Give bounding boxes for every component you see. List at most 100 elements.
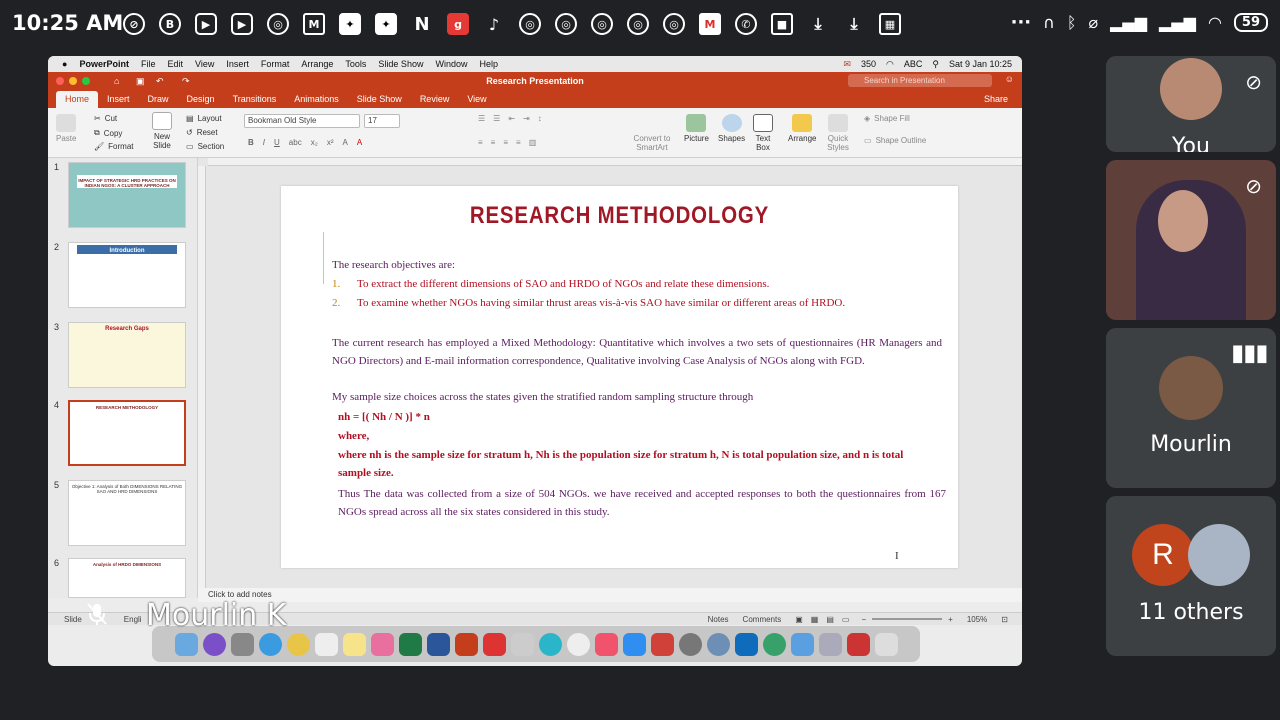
arrange-button[interactable]: Arrange xyxy=(788,114,816,143)
slide-canvas[interactable]: RESEARCH METHODOLOGY The research object… xyxy=(281,186,958,568)
excel-icon[interactable] xyxy=(398,632,422,656)
menu-window[interactable]: Window xyxy=(435,59,467,69)
view-normal-icon[interactable]: ▣ xyxy=(795,615,803,624)
datetime[interactable]: Sat 9 Jan 10:25 xyxy=(949,59,1012,69)
search-menu-icon[interactable]: ⚲ xyxy=(932,59,939,70)
bullets-icon[interactable]: ☰ xyxy=(478,114,485,123)
script-icon[interactable] xyxy=(510,632,534,656)
reset-button[interactable]: ↺ Reset xyxy=(186,128,218,137)
notes-icon[interactable] xyxy=(314,632,338,656)
layout-button[interactable]: ▤ Layout xyxy=(186,114,222,123)
chrome-icon[interactable] xyxy=(286,632,310,656)
acrobat-icon[interactable] xyxy=(566,632,590,656)
zoom-slider[interactable] xyxy=(872,618,943,620)
settings-icon[interactable] xyxy=(678,632,702,656)
menu-tools[interactable]: Tools xyxy=(345,59,366,69)
align-center-icon[interactable]: ≡ xyxy=(491,138,496,147)
italic-icon[interactable]: I xyxy=(263,138,265,147)
subscript-icon[interactable]: x₂ xyxy=(311,138,318,147)
participant-tile-others[interactable]: R 11 others xyxy=(1106,496,1276,656)
globe-icon[interactable] xyxy=(538,632,562,656)
tab-transitions[interactable]: Transitions xyxy=(224,91,286,108)
finder-icon[interactable] xyxy=(174,632,198,656)
wifi-menu-icon[interactable]: ◠ xyxy=(886,59,894,70)
music-icon[interactable] xyxy=(594,632,618,656)
shape-outline-button[interactable]: ▭ Shape Outline xyxy=(864,136,926,145)
preview-icon[interactable] xyxy=(818,632,842,656)
safari-icon[interactable] xyxy=(258,632,282,656)
comments-toggle[interactable]: Comments xyxy=(743,615,782,624)
convert-smartart-button[interactable]: Convert to SmartArt xyxy=(632,134,672,152)
outlook-icon[interactable] xyxy=(734,632,758,656)
participant-tile-video[interactable]: ⊘ xyxy=(1106,160,1276,320)
feedback-icon[interactable]: ☺ xyxy=(1005,74,1014,84)
slide-thumbnail-3[interactable]: Research Gaps xyxy=(68,322,186,388)
app-store-icon[interactable] xyxy=(622,632,646,656)
highlight-icon[interactable]: A xyxy=(342,138,347,147)
shapes-button[interactable]: Shapes xyxy=(718,114,745,143)
format-painter-button[interactable]: 🖌 Format xyxy=(94,142,134,151)
paste-button[interactable]: Paste xyxy=(56,114,76,143)
network-icon[interactable] xyxy=(706,632,730,656)
photos-icon[interactable] xyxy=(370,632,394,656)
zoom-level[interactable]: 105% xyxy=(967,615,987,624)
search-presentation-input[interactable]: Search in Presentation xyxy=(848,74,992,87)
slide-thumbnail-4[interactable]: RESEARCH METHODOLOGY xyxy=(68,400,186,466)
menu-format[interactable]: Format xyxy=(261,59,290,69)
menu-file[interactable]: File xyxy=(141,59,156,69)
shape-fill-button[interactable]: ◈ Shape Fill xyxy=(864,114,910,123)
mail-app-icon[interactable] xyxy=(650,632,674,656)
tab-review[interactable]: Review xyxy=(411,91,459,108)
copy-button[interactable]: ⧉ Copy xyxy=(94,128,122,138)
cut-button[interactable]: ✂ Cut xyxy=(94,114,117,123)
menu-edit[interactable]: Edit xyxy=(167,59,183,69)
tab-draw[interactable]: Draw xyxy=(139,91,178,108)
slide-thumbnail-1[interactable]: IMPACT OF STRATEGIC HRD PRACTICES ON IND… xyxy=(68,162,186,228)
align-left-icon[interactable]: ≡ xyxy=(478,138,483,147)
outdent-icon[interactable]: ⇥ xyxy=(523,114,530,123)
tab-animations[interactable]: Animations xyxy=(285,91,348,108)
participant-tile-you[interactable]: ⊘ You xyxy=(1106,56,1276,152)
line-spacing-icon[interactable]: ↕ xyxy=(538,114,542,123)
new-slide-button[interactable]: New Slide xyxy=(148,112,176,150)
trash-icon[interactable] xyxy=(874,632,898,656)
mail-icon[interactable]: ✉ xyxy=(843,59,851,70)
teams-icon[interactable] xyxy=(762,632,786,656)
siri-icon[interactable] xyxy=(202,632,226,656)
menu-slideshow[interactable]: Slide Show xyxy=(378,59,423,69)
strikethrough-icon[interactable]: abc xyxy=(289,138,302,147)
justify-icon[interactable]: ≡ xyxy=(516,138,521,147)
x-app-icon[interactable] xyxy=(482,632,506,656)
numbering-icon[interactable]: ☰ xyxy=(493,114,500,123)
participant-tile-mourlin[interactable]: ▮▮▮ Mourlin xyxy=(1106,328,1276,488)
zoom-out-icon[interactable]: − xyxy=(861,615,866,624)
indent-icon[interactable]: ⇤ xyxy=(508,114,515,123)
notes-toggle[interactable]: Notes xyxy=(708,615,729,624)
slide-thumbnail-5[interactable]: Objective 1: Analysis of Both DIMENSIONS… xyxy=(68,480,186,546)
view-sorter-icon[interactable]: ▦ xyxy=(811,615,819,624)
superscript-icon[interactable]: x² xyxy=(327,138,334,147)
columns-icon[interactable]: ▥ xyxy=(529,138,537,147)
tab-home[interactable]: Home xyxy=(56,91,99,108)
underline-icon[interactable]: U xyxy=(274,138,280,147)
word-icon[interactable] xyxy=(426,632,450,656)
font-size-select[interactable]: 17 xyxy=(364,114,400,128)
share-button[interactable]: Share xyxy=(970,94,1022,108)
language-indicator[interactable]: Engli xyxy=(124,615,142,624)
bold-icon[interactable]: B xyxy=(248,138,254,147)
align-right-icon[interactable]: ≡ xyxy=(503,138,508,147)
menu-arrange[interactable]: Arrange xyxy=(301,59,333,69)
stickies-icon[interactable] xyxy=(342,632,366,656)
tab-insert[interactable]: Insert xyxy=(98,91,139,108)
tab-design[interactable]: Design xyxy=(178,91,224,108)
tab-slideshow[interactable]: Slide Show xyxy=(348,91,411,108)
menu-insert[interactable]: Insert xyxy=(226,59,249,69)
font-family-select[interactable]: Bookman Old Style xyxy=(244,114,360,128)
menu-app-name[interactable]: PowerPoint xyxy=(79,59,129,69)
font-color-icon[interactable]: A xyxy=(357,138,362,147)
zoom-in-icon[interactable]: + xyxy=(948,615,953,624)
text-box-button[interactable]: Text Box xyxy=(753,114,773,152)
section-button[interactable]: ▭ Section xyxy=(186,142,224,151)
fit-slide-icon[interactable]: ⊡ xyxy=(1001,615,1008,624)
menu-help[interactable]: Help xyxy=(479,59,498,69)
